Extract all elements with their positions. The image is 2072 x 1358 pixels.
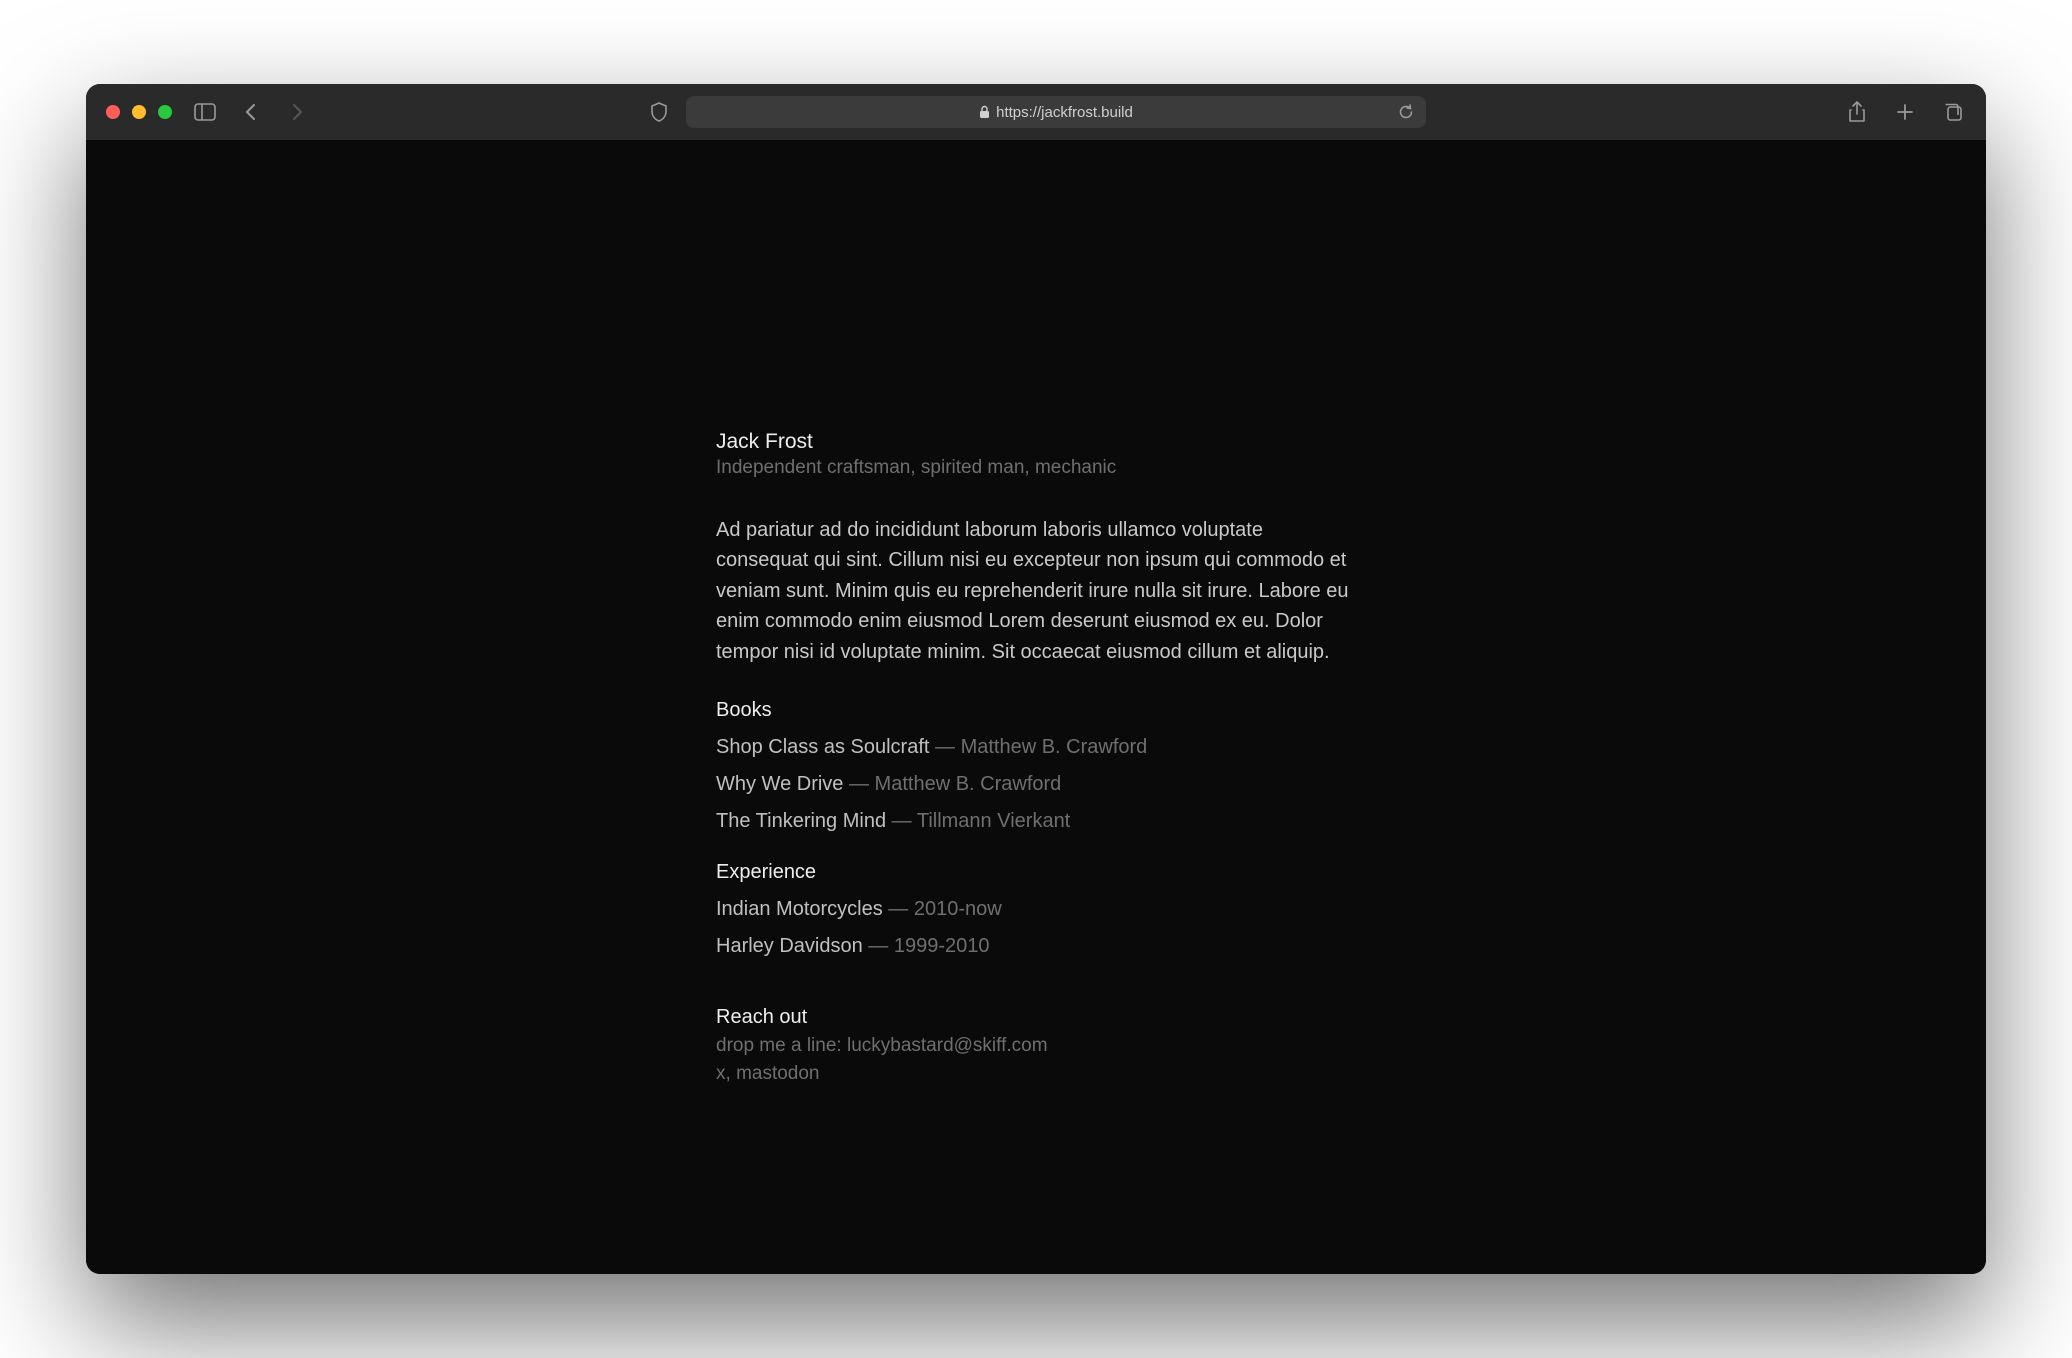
titlebar-right	[1844, 99, 1966, 125]
book-author: — Matthew B. Crawford	[929, 736, 1147, 758]
experience-heading: Experience	[716, 861, 1356, 884]
book-author: — Tillmann Vierkant	[886, 810, 1070, 832]
url-bar[interactable]: https://jackfrost.build	[686, 96, 1426, 128]
shield-icon	[650, 102, 668, 122]
url-text: https://jackfrost.build	[996, 104, 1133, 121]
titlebar: https://jackfrost.build	[86, 84, 1986, 140]
page-title: Jack Frost	[716, 430, 1356, 454]
tab-overview-button[interactable]	[1940, 99, 1966, 125]
reload-icon	[1398, 103, 1414, 121]
nav-back-button[interactable]	[238, 99, 264, 125]
reachout-prefix: drop me a line:	[716, 1035, 847, 1056]
share-icon	[1848, 101, 1866, 123]
titlebar-left	[106, 99, 310, 125]
new-tab-button[interactable]	[1892, 99, 1918, 125]
window-maximize-button[interactable]	[158, 105, 172, 119]
bio-paragraph: Ad pariatur ad do incididunt laborum lab…	[716, 515, 1356, 667]
page-content: Jack Frost Independent craftsman, spirit…	[716, 140, 1356, 1085]
privacy-report-button[interactable]	[646, 99, 672, 125]
sidebar-icon	[194, 103, 216, 121]
reachout-sep: ,	[726, 1063, 737, 1084]
book-item: The Tinkering Mind — Tillmann Vierkant	[716, 810, 1356, 833]
traffic-lights	[106, 105, 172, 119]
plus-icon	[1896, 103, 1914, 121]
page-viewport[interactable]: Jack Frost Independent craftsman, spirit…	[86, 140, 1986, 1274]
experience-item: Indian Motorcycles — 2010-now	[716, 898, 1356, 921]
reachout-heading: Reach out	[716, 1006, 1356, 1029]
book-title: The Tinkering Mind	[716, 810, 886, 832]
book-item: Shop Class as Soulcraft — Matthew B. Cra…	[716, 736, 1356, 759]
nav-forward-button[interactable]	[284, 99, 310, 125]
book-item: Why We Drive — Matthew B. Crawford	[716, 773, 1356, 796]
page-tagline: Independent craftsman, spirited man, mec…	[716, 457, 1356, 479]
browser-window: https://jackfrost.build	[86, 84, 1986, 1274]
window-close-button[interactable]	[106, 105, 120, 119]
reload-button[interactable]	[1398, 103, 1414, 121]
experience-org: Indian Motorcycles	[716, 898, 883, 920]
reachout-mastodon-link[interactable]: mastodon	[736, 1063, 819, 1084]
book-title: Why We Drive	[716, 773, 843, 795]
experience-item: Harley Davidson — 1999-2010	[716, 935, 1356, 958]
reachout-email-line: drop me a line: luckybastard@skiff.com	[716, 1035, 1356, 1057]
reachout-email-link[interactable]: luckybastard@skiff.com	[847, 1035, 1048, 1056]
experience-period: — 2010-now	[883, 898, 1002, 920]
experience-period: — 1999-2010	[863, 935, 990, 957]
titlebar-center: https://jackfrost.build	[646, 96, 1426, 128]
experience-org: Harley Davidson	[716, 935, 863, 957]
chevron-left-icon	[245, 103, 257, 121]
lock-icon	[979, 105, 990, 119]
share-button[interactable]	[1844, 99, 1870, 125]
book-title: Shop Class as Soulcraft	[716, 736, 929, 758]
window-minimize-button[interactable]	[132, 105, 146, 119]
sidebar-toggle-button[interactable]	[192, 99, 218, 125]
book-author: — Matthew B. Crawford	[843, 773, 1061, 795]
reachout-social-line: x, mastodon	[716, 1063, 1356, 1085]
reachout-x-link[interactable]: x	[716, 1063, 726, 1084]
chevron-right-icon	[291, 103, 303, 121]
books-heading: Books	[716, 699, 1356, 722]
tabs-icon	[1943, 102, 1963, 122]
